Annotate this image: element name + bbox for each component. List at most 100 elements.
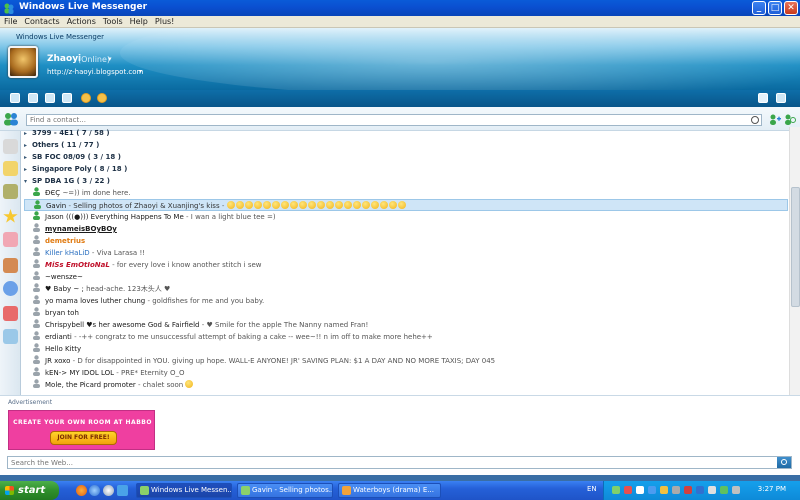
scrollbar-thumb[interactable] <box>791 187 800 307</box>
contact-row[interactable]: Jason (((●))) Everything Happens To Me -… <box>24 211 788 223</box>
contact-row[interactable]: Mole, the Picard promoter - chalet soon <box>24 379 788 391</box>
contact-name: Killer kHaLiD <box>45 249 90 257</box>
customize-icon[interactable] <box>758 93 768 103</box>
sidebar-tab-mobile-icon[interactable] <box>3 306 18 321</box>
menu-actions[interactable]: Actions <box>63 16 99 26</box>
taskbar-item-label: Waterboys (drama) E... <box>353 486 434 494</box>
minimize-button[interactable]: _ <box>752 1 766 15</box>
contact-options-icon[interactable] <box>784 114 796 125</box>
contact-row[interactable]: yo mama loves luther chung - goldfishes … <box>24 295 788 307</box>
contact-row[interactable]: mynameisBOyBOy <box>24 223 788 235</box>
status-dropdown-icon[interactable]: ▾ <box>108 55 112 63</box>
mail-icon[interactable] <box>10 93 20 103</box>
contact-name: Hello Kitty <box>45 345 82 353</box>
web-search-go-icon[interactable] <box>777 457 791 468</box>
menu-help[interactable]: Help <box>126 16 151 26</box>
menu-tools[interactable]: Tools <box>99 16 126 26</box>
contact-message: Selling photos of Zhaoyi & Xuanjing's ki… <box>73 202 220 210</box>
sidebar-tab-help-icon[interactable] <box>3 281 18 296</box>
contact-list-scrollbar[interactable] <box>789 127 800 395</box>
media-player-icon[interactable] <box>103 485 114 496</box>
ie-icon[interactable] <box>89 485 100 496</box>
contact-row[interactable]: ÐЄÇ ~=)) im done here. <box>24 187 788 199</box>
language-indicator[interactable]: EN <box>587 485 597 493</box>
contact-row[interactable]: Killer kHaLiD - Viva Larasa !! <box>24 247 788 259</box>
sidebar-tab-tools-icon[interactable] <box>3 329 18 344</box>
web-search-box[interactable] <box>7 456 792 469</box>
menu-plus[interactable]: Plus! <box>151 16 178 26</box>
contact-name: ÐЄÇ <box>45 189 61 197</box>
sidebar-tab-games-icon[interactable] <box>3 139 18 154</box>
sidebar-tab-star-icon[interactable] <box>3 209 18 223</box>
thumbs-up-icon <box>334 201 343 209</box>
group-header[interactable]: ▾ SP DBA 1G ( 3 / 22 ) <box>24 175 788 187</box>
header-decoration <box>120 28 800 90</box>
personal-message[interactable]: http://z-haoyi.blogspot.com <box>47 68 143 76</box>
sidebar-tab-music-icon[interactable] <box>3 184 18 199</box>
contact-row[interactable]: ♥ Baby ~ ; head-ache. 123木头人 ♥ <box>24 283 788 295</box>
clock[interactable]: 3:27 PM <box>758 485 786 493</box>
add-contact-icon[interactable] <box>769 114 781 125</box>
group-header[interactable]: ▸ Singapore Poly ( 8 / 18 ) <box>24 163 788 175</box>
tray-alert-icon[interactable] <box>660 486 668 494</box>
group-header[interactable]: ▸ 3799 - 4E1 ( 7 / 58 ) <box>24 127 788 139</box>
contact-row[interactable]: bryan toh <box>24 307 788 319</box>
sidebar-tab-folder-icon[interactable] <box>3 161 18 176</box>
habbo-ad-banner[interactable]: CREATE YOUR OWN ROOM AT HABBO JOIN FOR F… <box>8 410 155 450</box>
tray-update-icon[interactable] <box>720 486 728 494</box>
advertisement-label: Advertisement <box>8 399 53 406</box>
tray-messenger-icon[interactable] <box>648 486 656 494</box>
tray-battery-icon[interactable] <box>732 486 740 494</box>
show-menu-icon[interactable] <box>776 93 786 103</box>
spaces-icon[interactable] <box>45 93 55 103</box>
group-header[interactable]: ▸ SB FOC 08/09 ( 3 / 18 ) <box>24 151 788 163</box>
find-contact-box[interactable] <box>26 114 762 126</box>
maximize-button[interactable]: □ <box>768 1 782 15</box>
tray-network-icon[interactable] <box>612 486 620 494</box>
personal-message-dropdown-icon[interactable]: ▾ <box>139 68 142 75</box>
find-contact-input[interactable] <box>27 115 747 125</box>
contact-row[interactable]: erdianti - -++ congratz to me unsuccessf… <box>24 331 788 343</box>
photo-share-icon[interactable] <box>28 93 38 103</box>
display-name[interactable]: Zhaoyi <box>47 54 81 64</box>
show-desktop-icon[interactable] <box>117 485 128 496</box>
contacts-icon[interactable] <box>3 112 19 126</box>
web-search-input[interactable] <box>8 457 768 468</box>
msn-today-icon[interactable] <box>62 93 72 103</box>
status-text[interactable]: (Online) <box>78 55 110 64</box>
contact-row[interactable]: Chrispybell ♥s her awesome God & Fairfie… <box>24 319 788 331</box>
tray-usb-icon[interactable] <box>708 486 716 494</box>
sidebar-tab-toolbox-icon[interactable] <box>3 258 18 273</box>
taskbar-item-messenger[interactable]: Windows Live Messen... <box>136 483 232 498</box>
wave-hand-icon[interactable] <box>81 93 91 103</box>
search-icon[interactable] <box>751 116 759 124</box>
menu-contacts[interactable]: Contacts <box>20 16 62 26</box>
taskbar-item-browser[interactable]: Waterboys (drama) E... <box>338 483 441 498</box>
contact-row[interactable]: MiSs EmOtIoNaL - for every love i know a… <box>24 259 788 271</box>
tray-app-icon[interactable] <box>636 486 644 494</box>
group-header[interactable]: ▸ Others ( 11 / 77 ) <box>24 139 788 151</box>
contact-row[interactable]: JR xoxo - D for disappointed in YOU. giv… <box>24 355 788 367</box>
taskbar-item-chat[interactable]: Gavin - Selling photos... <box>237 483 333 498</box>
tray-security-icon[interactable] <box>624 486 632 494</box>
close-button[interactable]: ✕ <box>784 1 798 15</box>
avatar[interactable] <box>8 46 38 78</box>
sidebar-tab-love-icon[interactable] <box>3 232 18 247</box>
tray-antivirus-icon[interactable] <box>684 486 692 494</box>
group-label: Others ( 11 / 77 ) <box>32 141 100 149</box>
contact-row[interactable]: Hello Kitty <box>24 343 788 355</box>
title-bar[interactable]: Windows Live Messenger _ □ ✕ <box>0 0 800 16</box>
firefox-icon[interactable] <box>76 485 87 496</box>
nudge-hand-icon[interactable] <box>97 93 107 103</box>
contact-message: -++ congratz to me unsuccessful attempt … <box>78 333 433 341</box>
contact-row-selected[interactable]: Gavin - Selling photos of Zhaoyi & Xuanj… <box>24 199 788 212</box>
contact-name: yo mama loves luther chung <box>45 297 146 305</box>
tray-bluetooth-icon[interactable] <box>696 486 704 494</box>
contact-row[interactable]: kEN-> MY IDOL LOL - PRE* Eternity O_O <box>24 367 788 379</box>
contact-row[interactable]: ~wensze~ <box>24 271 788 283</box>
menu-file[interactable]: File <box>0 16 20 26</box>
tray-volume-icon[interactable] <box>672 486 680 494</box>
ad-join-button[interactable]: JOIN FOR FREE! <box>50 431 117 445</box>
start-button[interactable]: start <box>0 481 59 500</box>
contact-row[interactable]: demetrius <box>24 235 788 247</box>
